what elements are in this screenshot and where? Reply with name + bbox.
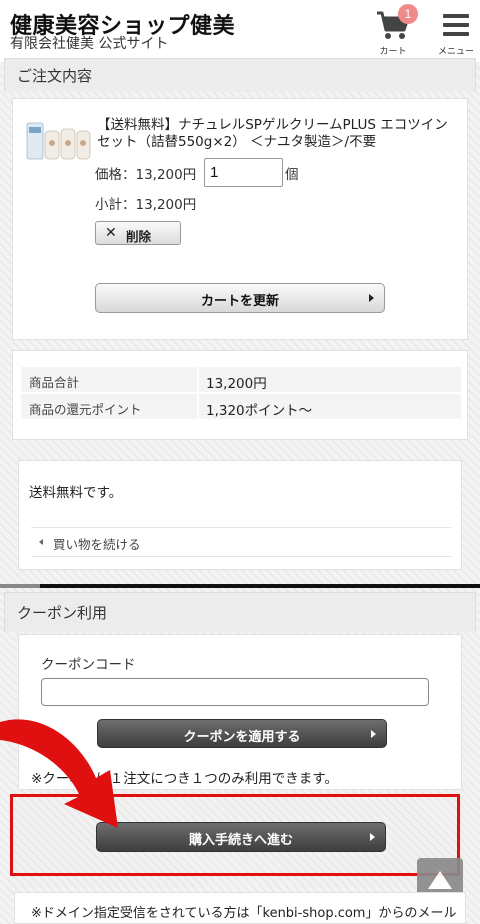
domain-reception-note: ※ドメイン指定受信をされている方は「kenbi-shop.com」からのメール: [31, 906, 457, 921]
cart-button[interactable]: 1 カート: [372, 4, 418, 57]
shipping-note: 送料無料です。: [29, 485, 123, 501]
totals-card: 商品合計 13,200円 商品の還元ポイント 1,320ポイント～: [12, 350, 468, 440]
totals-row-label: 商品の還元ポイント: [29, 402, 142, 417]
shop-subtitle: 有限会社健美 公式サイト: [10, 36, 169, 52]
arrow-left-icon: [39, 539, 43, 545]
arrow-up-icon: [428, 871, 452, 889]
update-cart-button[interactable]: カートを更新: [95, 283, 385, 313]
quantity-unit: 個: [285, 167, 299, 183]
continue-shopping-label: 買い物を続ける: [53, 537, 141, 552]
product-name-link[interactable]: 【送料無料】ナチュレルSPゲルクリームPLUS エコツインセット（詰替550g×…: [97, 117, 459, 151]
order-item-card: 【送料無料】ナチュレルSPゲルクリームPLUS エコツインセット（詰替550g×…: [12, 98, 468, 340]
menu-label: メニュー: [437, 47, 474, 57]
red-arrow-annotation: [0, 719, 118, 828]
totals-row: 商品の還元ポイント 1,320ポイント～: [21, 394, 461, 420]
order-section-title: ご注文内容: [17, 67, 93, 85]
order-section-header: ご注文内容: [4, 58, 476, 92]
shipping-card: 送料無料です。 買い物を続ける: [18, 460, 462, 570]
section-divider: [0, 584, 480, 588]
update-cart-label: カートを更新: [200, 294, 279, 309]
site-header: 健康美容ショップ健美 有限会社健美 公式サイト 1 カート メニュー: [0, 0, 480, 62]
totals-row-value: 1,320ポイント～: [206, 403, 313, 419]
coupon-code-label: クーポンコード: [41, 657, 136, 673]
delete-button[interactable]: ✕ 削除: [95, 221, 181, 245]
cart-label: カート: [379, 47, 407, 57]
totals-row-value: 13,200円: [206, 376, 267, 392]
subtotal-label: 小計：13,200円: [95, 197, 197, 213]
product-thumbnail[interactable]: [25, 117, 91, 163]
menu-button[interactable]: メニュー: [436, 6, 476, 57]
price-label: 価格：13,200円: [95, 167, 197, 183]
totals-row-label: 商品合計: [29, 375, 80, 390]
cart-count-badge: 1: [398, 4, 418, 24]
coupon-section-title: クーポン利用: [17, 604, 108, 622]
continue-shopping-link[interactable]: 買い物を続ける: [31, 527, 451, 557]
totals-row: 商品合計 13,200円: [21, 367, 461, 393]
coupon-section-header: クーポン利用: [4, 592, 476, 632]
delete-button-label: 削除: [126, 229, 152, 244]
arrow-right-icon: [371, 730, 376, 738]
arrow-right-icon: [369, 294, 374, 302]
close-icon: ✕: [105, 225, 117, 241]
quantity-input[interactable]: [204, 158, 283, 187]
footer-note-card: ※ドメイン指定受信をされている方は「kenbi-shop.com」からのメール: [14, 892, 466, 924]
